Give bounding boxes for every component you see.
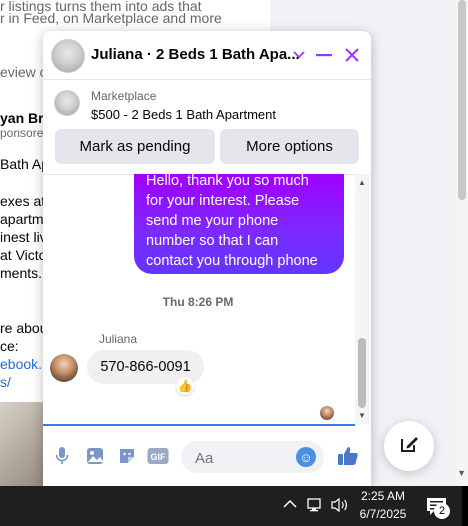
- volume-icon[interactable]: [330, 497, 350, 515]
- svg-text:GIF: GIF: [151, 452, 167, 462]
- emoji-icon[interactable]: ☺: [296, 447, 316, 467]
- clock-time[interactable]: 2:25 AM: [358, 489, 408, 503]
- feed-text-line: r in Feed, on Marketplace and more: [0, 10, 222, 26]
- more-options-button[interactable]: More options: [220, 129, 359, 164]
- listing-source: Marketplace: [91, 89, 157, 103]
- feed-text-line: ce:: [0, 338, 19, 354]
- feed-link[interactable]: s/: [0, 374, 11, 390]
- listing-avatar[interactable]: [51, 39, 85, 73]
- microphone-icon[interactable]: [51, 445, 73, 467]
- show-desktop-button[interactable]: [462, 486, 468, 526]
- message-input-wrapper: ☺: [181, 441, 324, 475]
- new-message-button[interactable]: [384, 421, 434, 471]
- page-scrollbar-thumb[interactable]: [458, 0, 466, 200]
- message-list: Hello, thank you so much for your intere…: [43, 174, 371, 424]
- minimize-icon[interactable]: [312, 43, 336, 67]
- feed-text-line: exes at: [0, 193, 46, 209]
- thumbs-up-send-icon[interactable]: [337, 445, 359, 467]
- listing-name[interactable]: $500 - 2 Beds 1 Bath Apartment: [91, 107, 276, 122]
- sender-avatar[interactable]: [50, 354, 78, 382]
- sender-name: Juliana: [99, 332, 138, 346]
- compose-icon: [398, 433, 420, 460]
- photo-icon[interactable]: [84, 445, 106, 467]
- notification-count-badge: 2: [434, 503, 450, 519]
- feed-text-line: at Victo: [0, 247, 47, 263]
- feed-text-line: eview c: [0, 64, 47, 80]
- message-timestamp: Thu 8:26 PM: [162, 295, 234, 309]
- seen-indicator-avatar: [320, 406, 334, 420]
- close-icon[interactable]: [340, 43, 364, 67]
- messenger-chat-window: Juliana · 2 Beds 1 Bath Apa... Marketpla…: [43, 31, 371, 486]
- right-column: [372, 0, 468, 486]
- page-scrollbar[interactable]: ▼: [456, 0, 468, 486]
- feed-text-line: Bath Ap: [0, 156, 50, 172]
- clock-date[interactable]: 6/7/2025: [356, 507, 410, 521]
- windows-taskbar: 2:25 AM 6/7/2025 2: [0, 486, 468, 526]
- incoming-message-text: 570-866-0091: [100, 359, 191, 375]
- sticker-icon[interactable]: [116, 445, 138, 467]
- outgoing-message-text: Hello, thank you so much for your intere…: [146, 174, 318, 269]
- mark-as-pending-button[interactable]: Mark as pending: [55, 129, 215, 164]
- network-icon[interactable]: [306, 497, 326, 515]
- message-composer: GIF ☺: [43, 426, 371, 486]
- scroll-down-arrow-icon[interactable]: ▼: [358, 411, 366, 420]
- chat-scrollbar-thumb[interactable]: [358, 338, 366, 408]
- feed-text-line: inest liv: [0, 229, 47, 245]
- feed-text-line: apartm: [0, 211, 44, 227]
- show-hidden-icons-chevron-icon[interactable]: [283, 496, 301, 514]
- message-input[interactable]: [193, 441, 297, 475]
- chat-scrollbar[interactable]: ▲ ▼: [355, 174, 369, 424]
- listing-banner: Marketplace $500 - 2 Beds 1 Bath Apartme…: [43, 80, 371, 175]
- chat-header: Juliana · 2 Beds 1 Bath Apa...: [43, 31, 371, 80]
- listing-thumbnail[interactable]: [54, 90, 80, 116]
- scroll-down-arrow-icon[interactable]: ▼: [457, 468, 466, 478]
- feed-link[interactable]: ebook.: [0, 356, 42, 372]
- scroll-up-arrow-icon[interactable]: ▲: [358, 178, 366, 187]
- chevron-down-icon[interactable]: [287, 43, 311, 67]
- gif-icon[interactable]: GIF: [147, 445, 169, 467]
- outgoing-message-bubble[interactable]: Hello, thank you so much for your intere…: [134, 174, 344, 274]
- chat-title[interactable]: Juliana · 2 Beds 1 Bath Apa...: [91, 46, 300, 63]
- thumbs-up-reaction-icon[interactable]: 👍: [176, 377, 194, 395]
